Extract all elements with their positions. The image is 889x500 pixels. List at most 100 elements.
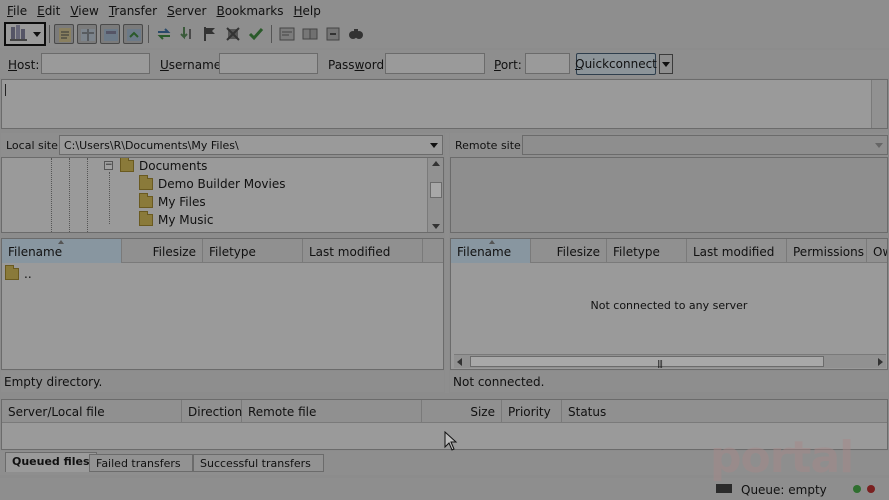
tree-node-demo-builder-movies[interactable]: Demo Builder Movies (139, 175, 286, 191)
disconnect-button[interactable] (223, 24, 243, 44)
process-queue-button[interactable] (177, 24, 197, 44)
tab-queued-files[interactable]: Queued files (5, 452, 97, 472)
watermark-logo: portal (710, 432, 854, 483)
menu-edit[interactable]: Edit (32, 4, 65, 18)
reconnect-icon (248, 28, 264, 41)
remote-site-bar: Remote site: (450, 133, 888, 157)
local-site-path-combo[interactable]: C:\Users\R\Documents\My Files\ (59, 135, 443, 155)
menu-server[interactable]: Server (162, 4, 211, 18)
scroll-right-arrow-icon[interactable] (878, 358, 883, 366)
col-filename[interactable]: Filename (2, 239, 122, 263)
username-input[interactable] (219, 53, 318, 74)
chevron-down-icon[interactable] (33, 32, 41, 37)
col-owner[interactable]: Ow (867, 239, 887, 263)
folder-icon (139, 193, 153, 208)
directory-filter-button[interactable] (277, 24, 297, 44)
process-queue-icon (180, 27, 191, 40)
remote-list-header: Filename Filesize Filetype Last modified… (451, 239, 887, 263)
menu-bar: File Edit View Transfer Server Bookmarks… (0, 0, 889, 21)
reconnect-button[interactable] (246, 24, 266, 44)
local-tree-scrollbar[interactable] (427, 158, 443, 232)
local-file-list[interactable]: Filename Filesize Filetype Last modified… (1, 238, 444, 370)
col-priority[interactable]: Priority (502, 400, 562, 423)
toggle-local-tree-button[interactable] (77, 24, 97, 44)
remote-list-hscrollbar[interactable]: ||| (454, 354, 886, 368)
host-label: Host: (8, 58, 40, 72)
toggle-message-log-button[interactable] (54, 24, 74, 44)
scroll-thumb[interactable] (430, 182, 442, 198)
tree-guide-line (109, 172, 110, 224)
quickconnect-button[interactable]: Quickconnect (575, 53, 657, 75)
keyboard-icon (716, 484, 732, 493)
toggle-remote-tree-button[interactable] (100, 24, 120, 44)
col-permissions[interactable]: Permissions (787, 239, 867, 263)
compare-icon (302, 28, 318, 40)
search-button[interactable] (346, 24, 366, 44)
message-log[interactable] (1, 79, 888, 129)
port-input[interactable] (525, 53, 570, 74)
col-status[interactable]: Status (562, 400, 889, 423)
sync-browse-icon (326, 27, 340, 41)
col-filetype[interactable]: Filetype (607, 239, 687, 263)
tree-guide-line (87, 158, 88, 232)
queue-header: Server/Local file Direction Remote file … (2, 400, 887, 423)
site-manager-icon (10, 25, 27, 41)
col-filename[interactable]: Filename (451, 239, 531, 263)
folder-icon (139, 175, 153, 190)
menu-view[interactable]: View (65, 4, 103, 18)
disconnect-icon (226, 27, 240, 41)
remote-site-path-combo[interactable] (522, 135, 888, 155)
refresh-button[interactable] (154, 24, 174, 44)
host-input[interactable] (41, 53, 150, 74)
remote-directory-tree[interactable] (450, 157, 888, 233)
scroll-thumb[interactable]: ||| (470, 356, 824, 368)
folder-icon (120, 158, 134, 172)
chevron-down-icon[interactable] (430, 143, 438, 148)
tree-node-documents[interactable]: Documents (120, 158, 207, 173)
compare-button[interactable] (300, 24, 320, 44)
tree-node-my-music[interactable]: My Music (139, 211, 213, 227)
list-item[interactable]: .. (5, 265, 32, 281)
cancel-button[interactable] (200, 24, 220, 44)
quickconnect-history-dropdown[interactable] (659, 54, 673, 74)
remote-file-list[interactable]: Filename Filesize Filetype Last modified… (450, 238, 888, 370)
tab-failed-transfers[interactable]: Failed transfers (89, 454, 193, 472)
chevron-down-icon[interactable] (875, 143, 883, 148)
toggle-transfer-queue-button[interactable] (123, 24, 143, 44)
sort-ascending-icon (489, 240, 495, 244)
port-label: Port: (494, 58, 522, 72)
scroll-up-arrow-icon[interactable] (432, 161, 440, 166)
password-label: Password: (328, 58, 389, 72)
col-filesize[interactable]: Filesize (531, 239, 607, 263)
menu-bookmarks[interactable]: Bookmarks (211, 4, 288, 18)
directory-filter-icon (279, 27, 295, 41)
pane-splitter[interactable] (445, 133, 449, 393)
password-input[interactable] (385, 53, 485, 74)
col-filetype[interactable]: Filetype (203, 239, 303, 263)
sync-browse-button[interactable] (323, 24, 343, 44)
toolbar-separator (49, 25, 50, 43)
local-list-header: Filename Filesize Filetype Last modified (2, 239, 443, 263)
col-remote-file[interactable]: Remote file (242, 400, 422, 423)
menu-help[interactable]: Help (289, 4, 326, 18)
scroll-down-arrow-icon[interactable] (432, 224, 440, 229)
refresh-icon (157, 28, 171, 40)
col-size[interactable]: Size (422, 400, 502, 423)
menu-file[interactable]: File (2, 4, 32, 18)
tab-successful-transfers[interactable]: Successful transfers (193, 454, 324, 472)
col-filesize[interactable]: Filesize (122, 239, 203, 263)
text-caret (5, 84, 6, 96)
local-directory-tree[interactable]: − Documents Demo Builder Movies My Files… (1, 157, 444, 233)
menu-transfer[interactable]: Transfer (104, 4, 162, 18)
tree-node-my-files[interactable]: My Files (139, 193, 206, 209)
col-server-local-file[interactable]: Server/Local file (2, 400, 182, 423)
scroll-left-arrow-icon[interactable] (457, 358, 462, 366)
col-direction[interactable]: Direction (182, 400, 242, 423)
sort-ascending-icon (58, 240, 64, 244)
col-last-modified[interactable]: Last modified (303, 239, 423, 263)
message-log-scrollbar[interactable] (871, 80, 887, 128)
tree-collapse-toggle[interactable]: − (104, 161, 113, 170)
mouse-cursor-icon (444, 431, 458, 451)
col-last-modified[interactable]: Last modified (687, 239, 787, 263)
site-manager-button[interactable] (4, 22, 46, 46)
